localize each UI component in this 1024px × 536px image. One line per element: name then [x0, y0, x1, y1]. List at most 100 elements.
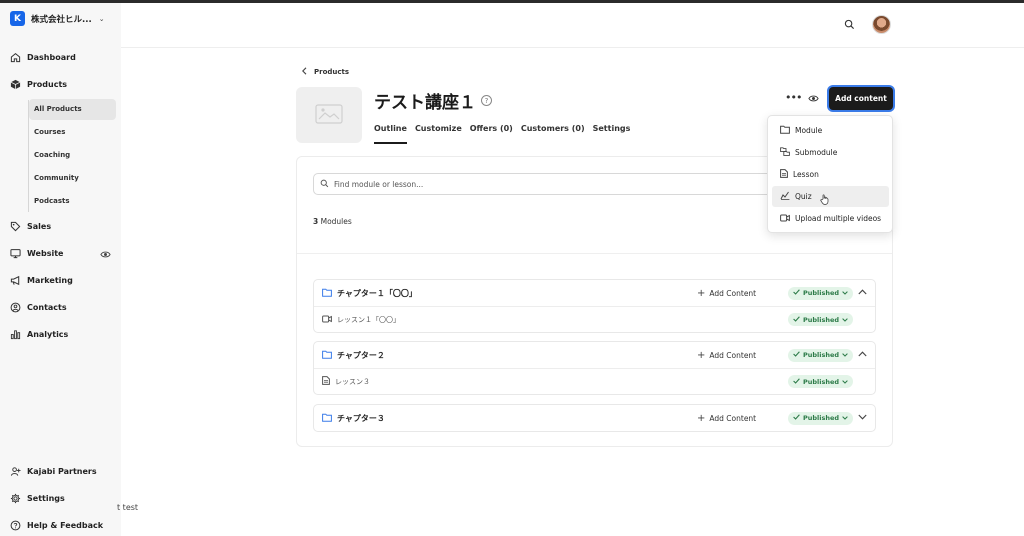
- menu-item-lesson[interactable]: Lesson: [772, 164, 889, 185]
- chevron-down-icon[interactable]: [858, 413, 867, 423]
- partners-icon: [10, 466, 21, 477]
- add-content-label: Add Content: [709, 350, 757, 360]
- status-badge[interactable]: Published: [788, 286, 854, 300]
- status-badge[interactable]: Published: [788, 348, 854, 362]
- sidebar-item-contacts[interactable]: Contacts: [10, 302, 67, 313]
- sidebar-item-sales[interactable]: Sales: [10, 221, 51, 232]
- lesson-row[interactable]: レッスン３ Published: [314, 368, 875, 394]
- module-search-input[interactable]: [334, 179, 754, 189]
- breadcrumb[interactable]: Products: [301, 67, 349, 77]
- image-placeholder-icon: [315, 104, 343, 126]
- module-title: チャプター２: [322, 350, 385, 361]
- sidebar-item-label: Help & Feedback: [27, 521, 104, 530]
- folder-icon: [780, 125, 790, 136]
- add-content-link[interactable]: + Add Content: [697, 288, 756, 299]
- gear-icon: [10, 493, 21, 504]
- menu-item-label: Upload multiple videos: [795, 214, 882, 223]
- sidebar-item-label: Products: [27, 80, 68, 89]
- plus-icon: +: [697, 287, 706, 299]
- module-search-field[interactable]: [313, 173, 783, 195]
- sidebar-item-label: Contacts: [27, 303, 67, 312]
- sidebar-subitem-coaching[interactable]: Coaching: [34, 151, 70, 159]
- search-icon: [320, 179, 329, 190]
- module-title: チャプター３: [322, 413, 385, 424]
- status-badge[interactable]: Published: [788, 375, 854, 388]
- kajabi-logo-icon: K: [10, 11, 25, 26]
- folder-icon: [322, 288, 332, 299]
- menu-item-module[interactable]: Module: [772, 120, 889, 141]
- product-title-text: テスト講座１: [374, 93, 476, 113]
- chevron-up-icon[interactable]: [858, 350, 867, 360]
- lesson-row[interactable]: レッスン１「〇〇」 Published: [314, 306, 875, 332]
- question-circle-icon[interactable]: ?: [481, 95, 492, 106]
- product-thumbnail[interactable]: [296, 87, 362, 143]
- status-badge[interactable]: Published: [788, 313, 854, 326]
- header-divider: [121, 47, 1024, 48]
- sidebar-item-dashboard[interactable]: Dashboard: [10, 52, 76, 63]
- lesson-title-text: レッスン１「〇〇」: [337, 315, 400, 324]
- sidebar-item-kajabi-partners[interactable]: Kajabi Partners: [10, 466, 97, 477]
- check-icon: [793, 351, 800, 359]
- sidebar-item-marketing[interactable]: Marketing: [10, 275, 73, 286]
- tab-customers[interactable]: Customers (0): [521, 124, 585, 144]
- add-content-menu: Module Submodule Lesson Quiz Upload mult…: [767, 115, 893, 233]
- modules-count-label: Modules: [318, 217, 352, 226]
- product-tabs: Outline Customize Offers (0) Customers (…: [374, 124, 630, 144]
- sidebar-subitem-courses[interactable]: Courses: [34, 128, 65, 136]
- module-title-text: チャプター１「〇〇」: [337, 288, 417, 298]
- eye-icon[interactable]: [100, 249, 111, 262]
- preview-eye-icon[interactable]: [808, 93, 819, 106]
- breadcrumb-label: Products: [314, 68, 350, 76]
- sidebar-subitem-all-products[interactable]: All Products: [34, 105, 82, 113]
- tab-settings[interactable]: Settings: [593, 124, 631, 144]
- tab-customize[interactable]: Customize: [415, 124, 462, 144]
- tab-offers[interactable]: Offers (0): [470, 124, 513, 144]
- menu-item-quiz[interactable]: Quiz: [772, 186, 889, 207]
- sidebar-item-analytics[interactable]: Analytics: [10, 329, 68, 340]
- add-content-button[interactable]: Add content: [829, 87, 893, 110]
- tab-outline[interactable]: Outline: [374, 124, 407, 144]
- sidebar-item-label: Kajabi Partners: [27, 467, 97, 476]
- chevron-down-icon: [842, 351, 848, 359]
- box-icon: [10, 79, 21, 90]
- status-badge-label: Published: [803, 414, 840, 422]
- sidebar-subitem-podcasts[interactable]: Podcasts: [34, 197, 70, 205]
- document-icon: [780, 169, 788, 180]
- stray-text: t test: [117, 503, 139, 512]
- lesson-title: レッスン３: [322, 376, 370, 387]
- menu-item-upload-videos[interactable]: Upload multiple videos: [772, 208, 889, 229]
- menu-item-label: Submodule: [795, 148, 838, 157]
- sidebar-item-settings[interactable]: Settings: [10, 493, 65, 504]
- more-options-icon[interactable]: •••: [785, 91, 802, 104]
- tag-icon: [10, 221, 21, 232]
- add-content-link[interactable]: + Add Content: [697, 413, 756, 424]
- person-circle-icon: [10, 302, 21, 313]
- module-title-text: チャプター２: [337, 350, 385, 360]
- sidebar-subitem-community[interactable]: Community: [34, 174, 79, 182]
- status-badge-label: Published: [803, 377, 840, 386]
- card-divider: [297, 253, 892, 254]
- video-icon: [780, 214, 790, 224]
- chevron-down-icon: [842, 414, 848, 422]
- add-content-link[interactable]: + Add Content: [697, 350, 756, 361]
- chevron-up-icon[interactable]: [858, 288, 867, 298]
- brand-switcher[interactable]: K 株式会社ヒル... ⌄: [10, 11, 105, 26]
- user-avatar[interactable]: [872, 15, 891, 34]
- sidebar-item-products[interactable]: Products: [10, 79, 67, 90]
- menu-item-label: Module: [795, 126, 823, 135]
- sidebar-item-label: Sales: [27, 222, 52, 231]
- search-icon[interactable]: [844, 19, 855, 30]
- sidebar-item-website[interactable]: Website: [10, 248, 63, 259]
- sidebar-item-help-feedback[interactable]: Help & Feedback: [10, 520, 103, 531]
- status-badge-label: Published: [803, 315, 840, 324]
- module-header[interactable]: チャプター１「〇〇」 + Add Content Published: [314, 280, 875, 306]
- check-icon: [793, 377, 800, 386]
- module-header[interactable]: チャプター３ + Add Content Published: [314, 405, 875, 431]
- help-icon: [10, 520, 21, 531]
- add-content-label: Add Content: [709, 288, 757, 298]
- status-badge[interactable]: Published: [788, 411, 854, 425]
- module-header[interactable]: チャプター２ + Add Content Published: [314, 342, 875, 368]
- sidebar-item-label: Marketing: [27, 276, 73, 285]
- module-card: チャプター３ + Add Content Published: [313, 404, 876, 432]
- menu-item-submodule[interactable]: Submodule: [772, 142, 889, 163]
